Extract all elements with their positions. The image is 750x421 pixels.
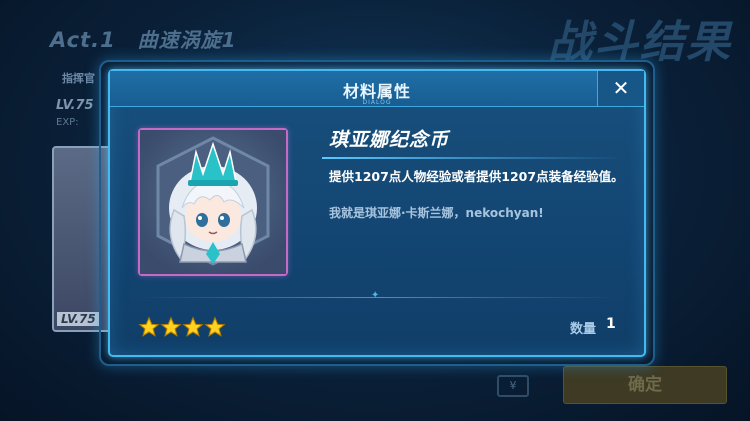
yen-icon: ¥: [497, 375, 529, 397]
star-icon: [182, 316, 204, 337]
item-flavor-text: 我就是琪亚娜·卡斯兰娜，nekochyan!: [329, 206, 544, 220]
quantity-label: 数量: [570, 322, 597, 337]
star-icon: [160, 316, 182, 337]
confirm-button[interactable]: 确定: [563, 366, 727, 404]
item-icon-frame: [138, 128, 288, 276]
stage-name: 曲速涡旋1: [137, 28, 237, 52]
commander-level: LV.75: [56, 98, 94, 113]
sparkle-icon: ✦: [371, 290, 380, 301]
commander-label: 指挥官: [62, 72, 95, 85]
item-name-underline: [322, 157, 622, 159]
dialog-subtitle: DIALOG: [362, 99, 392, 106]
item-description: 提供1207点人物经验或者提供1207点装备经验值。: [329, 169, 624, 184]
character-card-level: LV.75: [57, 312, 100, 326]
item-name: 琪亚娜纪念币: [329, 129, 450, 151]
coin-portrait-icon: [140, 130, 286, 274]
dialog-header: 材料属性 DIALOG ✕: [110, 71, 644, 107]
material-dialog: 材料属性 DIALOG ✕ 琪亚娜纪念币 提供1207点人物经验或者提供1207…: [108, 69, 646, 357]
exp-label: EXP:: [56, 117, 79, 128]
rarity-stars: [138, 316, 226, 338]
star-icon: [138, 316, 160, 337]
quantity-value: 1: [606, 316, 616, 332]
stage-act: Act.1: [50, 28, 116, 52]
close-button[interactable]: ✕: [597, 71, 644, 106]
star-icon: [204, 316, 226, 337]
stage-title: Act.1 曲速涡旋1: [50, 24, 237, 53]
